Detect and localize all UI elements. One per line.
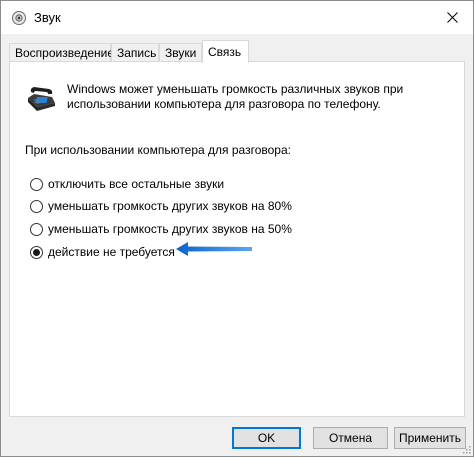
apply-button[interactable]: Применить [394,427,466,449]
option-label: отключить все остальные звуки [48,177,225,191]
radio-button-selected[interactable] [30,245,43,259]
tab-recording[interactable]: Запись [111,43,159,62]
radio-button[interactable] [30,199,43,213]
tab-playback[interactable]: Воспроизведение [9,43,114,62]
option-reduce-50[interactable]: уменьшать громкость других звуков на 50% [30,221,292,237]
tab-sounds[interactable]: Звуки [159,43,202,62]
option-reduce-80[interactable]: уменьшать громкость других звуков на 80% [30,198,292,214]
arrow-left-icon [176,242,252,256]
ok-button[interactable]: OK [232,427,301,449]
close-icon [446,12,458,23]
option-do-nothing[interactable]: действие не требуется [30,244,175,260]
option-label: уменьшать громкость других звуков на 50% [48,222,292,236]
description-text: Windows может уменьшать громкость различ… [67,82,404,111]
window-title: Звук [34,10,61,25]
tab-communications[interactable]: Связь [202,40,249,63]
option-mute-all[interactable]: отключить все остальные звуки [30,176,224,192]
option-label: действие не требуется [48,245,175,259]
speaker-icon [12,11,26,25]
communications-panel: Windows может уменьшать громкость различ… [9,61,465,417]
title-bar: Звук [1,1,473,34]
close-button[interactable] [431,1,473,34]
resize-grip-icon[interactable] [461,444,471,454]
cancel-button[interactable]: Отмена [313,427,388,449]
when-talking-label: При использовании компьютера для разгово… [25,143,291,157]
radio-button[interactable] [30,177,43,191]
telephone-icon [28,87,55,111]
option-label: уменьшать громкость других звуков на 80% [48,199,292,213]
sound-dialog: Звук Воспроизведение Запись Звуки Связь … [0,0,474,457]
radio-button[interactable] [30,222,43,236]
